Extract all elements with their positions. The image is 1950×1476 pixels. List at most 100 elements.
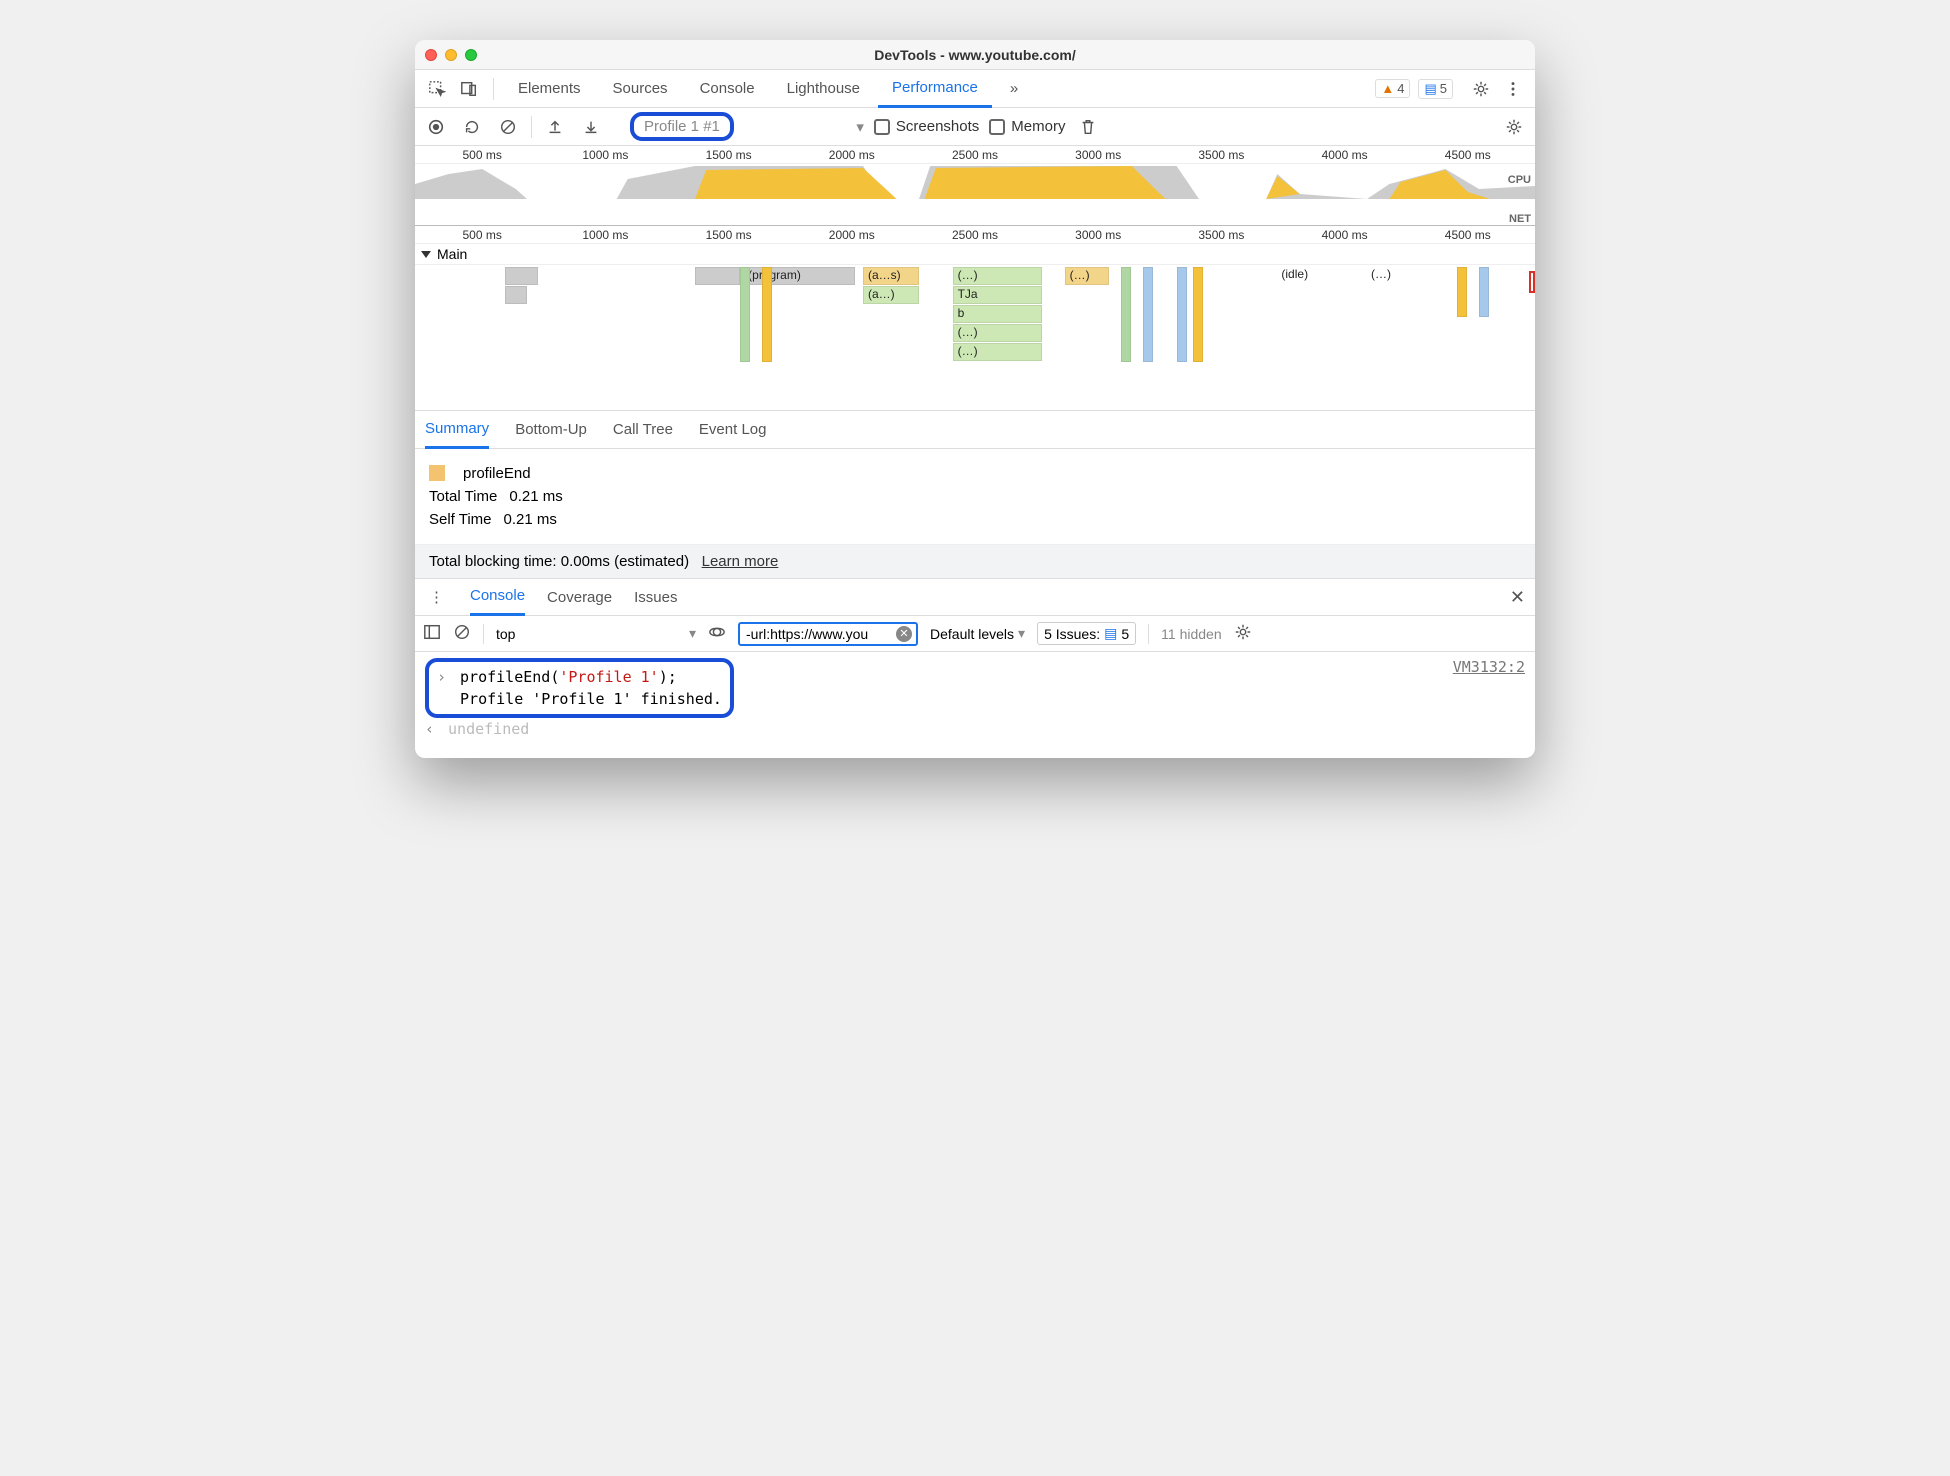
detail-ruler: 500 ms 1000 ms 1500 ms 2000 ms 2500 ms 3… (415, 226, 1535, 244)
dropdown-icon[interactable]: ▾ (856, 118, 864, 136)
log-levels-selector[interactable]: Default levels ▾ (930, 625, 1025, 642)
net-label: NET (1509, 213, 1531, 225)
issues-label: 5 Issues: (1044, 626, 1100, 642)
total-time-value: 0.21 ms (509, 488, 562, 505)
tbt-learn-more-link[interactable]: Learn more (702, 553, 779, 570)
flame-bar[interactable]: (…) (953, 343, 1043, 361)
drawer-menu-icon[interactable]: ⋮ (425, 588, 448, 606)
self-time-value: 0.21 ms (504, 511, 557, 528)
flame-stripe (1177, 267, 1187, 362)
tab-performance[interactable]: Performance (878, 70, 992, 108)
perf-tab-summary[interactable]: Summary (425, 411, 489, 449)
flame-bar[interactable]: (a…) (863, 286, 919, 304)
tab-console[interactable]: Console (686, 70, 769, 108)
profile-selector[interactable]: Profile 1 #1 (630, 112, 734, 141)
upload-profile-button[interactable] (542, 114, 568, 140)
flame-bar[interactable]: (…) (953, 324, 1043, 342)
total-time-label: Total Time (429, 488, 497, 505)
window-title: DevTools - www.youtube.com/ (415, 47, 1535, 63)
filter-value: -url:https://www.you (746, 626, 868, 642)
drawer-tab-issues[interactable]: Issues (634, 578, 677, 616)
tab-elements[interactable]: Elements (504, 70, 595, 108)
tab-lighthouse[interactable]: Lighthouse (773, 70, 874, 108)
message-icon: ▤ (1424, 81, 1436, 97)
cpu-label: CPU (1508, 174, 1531, 186)
overflow-marker (1529, 271, 1535, 293)
record-button[interactable] (423, 114, 449, 140)
flame-stripe (1193, 267, 1203, 362)
drawer-tab-console[interactable]: Console (470, 578, 525, 616)
drawer-close-icon[interactable]: ✕ (1510, 587, 1525, 608)
warnings-badge[interactable]: ▲ 4 (1375, 79, 1410, 98)
summary-panel: profileEnd Total Time 0.21 ms Self Time … (415, 449, 1535, 544)
performance-detail-tabs: Summary Bottom-Up Call Tree Event Log (415, 411, 1535, 449)
perf-tab-event-log[interactable]: Event Log (699, 411, 767, 449)
warning-count: 4 (1397, 81, 1404, 96)
flame-bar[interactable]: (…) (953, 267, 1043, 285)
flame-bar[interactable] (505, 286, 527, 304)
flame-stripe (1143, 267, 1153, 362)
flame-bar[interactable] (505, 267, 539, 285)
memory-checkbox[interactable]: Memory (989, 118, 1065, 135)
devtools-window: DevTools - www.youtube.com/ Elements Sou… (415, 40, 1535, 758)
kebab-menu-icon[interactable] (1499, 75, 1527, 103)
timeline-detail[interactable]: 500 ms 1000 ms 1500 ms 2000 ms 2500 ms 3… (415, 226, 1535, 411)
overview-ruler: 500 ms 1000 ms 1500 ms 2000 ms 2500 ms 3… (415, 146, 1535, 164)
perf-tab-call-tree[interactable]: Call Tree (613, 411, 673, 449)
warning-icon: ▲ (1381, 81, 1394, 96)
flame-stripe (762, 267, 772, 362)
flame-bar[interactable]: b (953, 305, 1043, 323)
main-tab-bar: Elements Sources Console Lighthouse Perf… (415, 70, 1535, 108)
console-source-link[interactable]: VM3132:2 (1453, 658, 1525, 676)
perf-tab-bottom-up[interactable]: Bottom-Up (515, 411, 587, 449)
console-clear-icon[interactable] (453, 623, 471, 644)
flame-bar[interactable]: (…) (1367, 267, 1412, 285)
console-settings-icon[interactable] (1234, 623, 1252, 644)
settings-icon[interactable] (1467, 75, 1495, 103)
flame-bar[interactable]: (…) (1065, 267, 1110, 285)
console-output[interactable]: › profileEnd('Profile 1'); Profile 'Prof… (415, 652, 1535, 758)
flame-stripe (1121, 267, 1131, 362)
dropdown-icon: ▾ (1018, 625, 1025, 642)
reload-record-button[interactable] (459, 114, 485, 140)
tab-sources[interactable]: Sources (599, 70, 682, 108)
flame-bar[interactable]: (program) (743, 267, 855, 285)
main-track-header[interactable]: Main (415, 244, 1535, 265)
console-context-selector[interactable]: top ▾ (496, 625, 696, 642)
inspect-element-icon[interactable] (423, 75, 451, 103)
console-result-line: Profile 'Profile 1' finished. (437, 688, 722, 710)
flame-bar[interactable]: (a…s) (863, 267, 919, 285)
download-profile-button[interactable] (578, 114, 604, 140)
screenshots-checkbox[interactable]: Screenshots (874, 118, 979, 135)
color-swatch (429, 465, 445, 481)
summary-event-name: profileEnd (463, 465, 531, 482)
capture-settings-icon[interactable] (1501, 114, 1527, 140)
flame-bar[interactable]: TJa (953, 286, 1043, 304)
drawer-tab-coverage[interactable]: Coverage (547, 578, 612, 616)
delete-profile-button[interactable] (1075, 114, 1101, 140)
expand-icon (421, 251, 431, 258)
flame-stripe (1479, 267, 1489, 317)
hidden-count: 11 hidden (1161, 626, 1221, 642)
flame-bar[interactable]: (idle) (1277, 267, 1344, 285)
console-filter-input[interactable]: -url:https://www.you ✕ (738, 622, 918, 646)
tab-more[interactable]: » (996, 70, 1032, 108)
issues-pill[interactable]: 5 Issues: ▤ 5 (1037, 622, 1136, 645)
console-highlight: › profileEnd('Profile 1'); Profile 'Prof… (425, 658, 734, 718)
live-expression-icon[interactable] (708, 623, 726, 644)
timeline-overview[interactable]: 500 ms 1000 ms 1500 ms 2000 ms 2500 ms 3… (415, 146, 1535, 226)
output-chevron-icon: ‹ (425, 720, 439, 738)
net-lane: NET (415, 213, 1535, 225)
flame-chart[interactable]: (program) (a…s) (a…) (…) TJa b (…) (…) (… (415, 267, 1535, 407)
levels-label: Default levels (930, 626, 1014, 642)
performance-toolbar: Profile 1 #1 ▾ Screenshots Memory (415, 108, 1535, 146)
console-command-line: › profileEnd('Profile 1'); (437, 666, 722, 688)
dropdown-icon: ▾ (689, 625, 696, 642)
clear-filter-icon[interactable]: ✕ (896, 626, 912, 642)
device-toolbar-icon[interactable] (455, 75, 483, 103)
console-sidebar-toggle-icon[interactable] (423, 623, 441, 644)
clear-button[interactable] (495, 114, 521, 140)
messages-badge[interactable]: ▤ 5 (1418, 79, 1453, 99)
flame-bar[interactable] (695, 267, 740, 285)
self-time-label: Self Time (429, 511, 492, 528)
